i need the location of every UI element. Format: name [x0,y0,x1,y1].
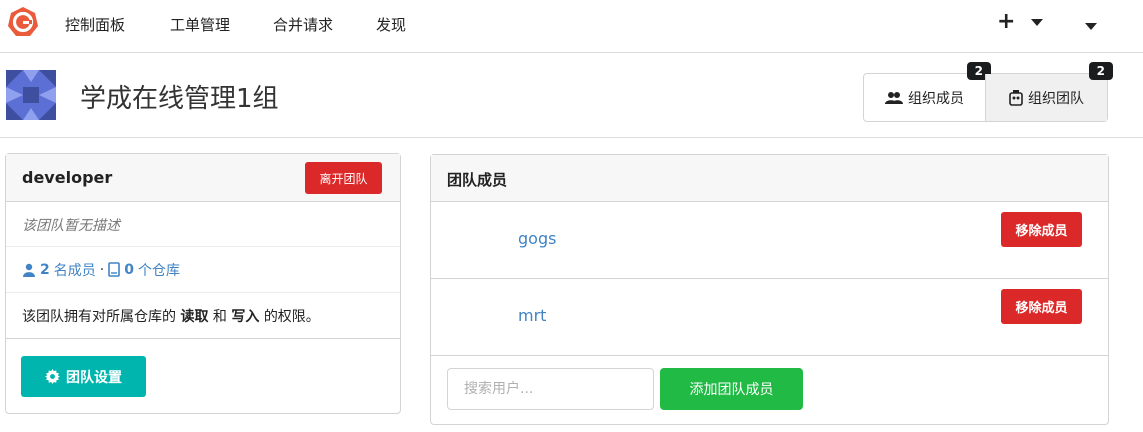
nav-issues[interactable]: 工单管理 [170,14,230,35]
top-navbar: 控制面板 工单管理 合并请求 发现 + [0,0,1143,53]
teams-count-badge: 2 [1088,62,1113,80]
member-row: mrt 移除成员 [431,279,1108,356]
tab-org-teams[interactable]: 组织团队 2 [985,62,1113,121]
user-icon [23,263,35,277]
remove-member-button[interactable]: 移除成员 [1001,289,1082,324]
header-divider [0,137,1143,138]
gear-icon [45,369,60,384]
user-menu-caret-icon[interactable] [1085,23,1097,30]
team-permission: 该团队拥有对所属仓库的 读取 和 写入 的权限。 [6,293,400,339]
team-card-header: developer 离开团队 [6,154,400,202]
repo-icon [108,262,121,277]
team-icon [1009,89,1023,106]
team-members-card: 团队成员 gogs 移除成员 mrt 移除成员 添加团队成员 [430,154,1109,425]
create-dropdown-caret-icon[interactable] [1031,19,1043,26]
tab-org-members[interactable]: 组织成员 2 [864,62,991,121]
members-card-title: 团队成员 [431,155,1108,202]
team-description: 该团队暂无描述 [6,202,400,247]
tab-org-teams-label: 组织团队 [1028,90,1084,107]
nav-dashboard[interactable]: 控制面板 [65,14,125,35]
create-plus-icon[interactable]: + [997,9,1015,34]
member-name-link[interactable]: mrt [518,306,546,325]
tab-org-members-label: 组织成员 [908,90,964,107]
nav-explore[interactable]: 发现 [376,14,406,35]
nav-pull-requests[interactable]: 合并请求 [273,14,333,35]
add-team-member-button[interactable]: 添加团队成员 [660,368,803,410]
search-user-input[interactable] [447,368,654,410]
team-repos-label[interactable]: 个仓库 [138,260,180,280]
stats-separator: · [99,261,105,278]
team-stats: 2 名成员 · 0 个仓库 [6,247,400,293]
team-members-label[interactable]: 名成员 [54,260,96,280]
member-name-link[interactable]: gogs [518,229,556,248]
team-members-count[interactable]: 2 [40,262,50,278]
team-settings-button[interactable]: 团队设置 [21,356,146,397]
perm-read: 读取 [180,309,209,325]
org-avatar [6,70,56,120]
team-name: developer [22,168,113,187]
member-row: gogs 移除成员 [431,202,1108,279]
org-title: 学成在线管理1组 [80,84,279,114]
team-info-card: developer 离开团队 该团队暂无描述 2 名成员 · 0 个仓库 该团队… [5,153,401,414]
org-tabs: 组织成员 2 组织团队 2 [863,62,1113,122]
add-member-row: 添加团队成员 [431,356,1108,424]
gogs-logo-icon[interactable] [7,6,39,38]
users-icon [885,91,903,104]
perm-prefix: 该团队拥有对所属仓库的 [22,309,176,325]
leave-team-button[interactable]: 离开团队 [305,162,382,194]
team-repos-count[interactable]: 0 [124,262,134,278]
team-settings-label: 团队设置 [66,369,122,386]
perm-and: 和 [212,309,227,325]
remove-member-button[interactable]: 移除成员 [1001,212,1082,247]
perm-write: 写入 [231,309,260,325]
perm-suffix: 的权限。 [263,309,320,325]
